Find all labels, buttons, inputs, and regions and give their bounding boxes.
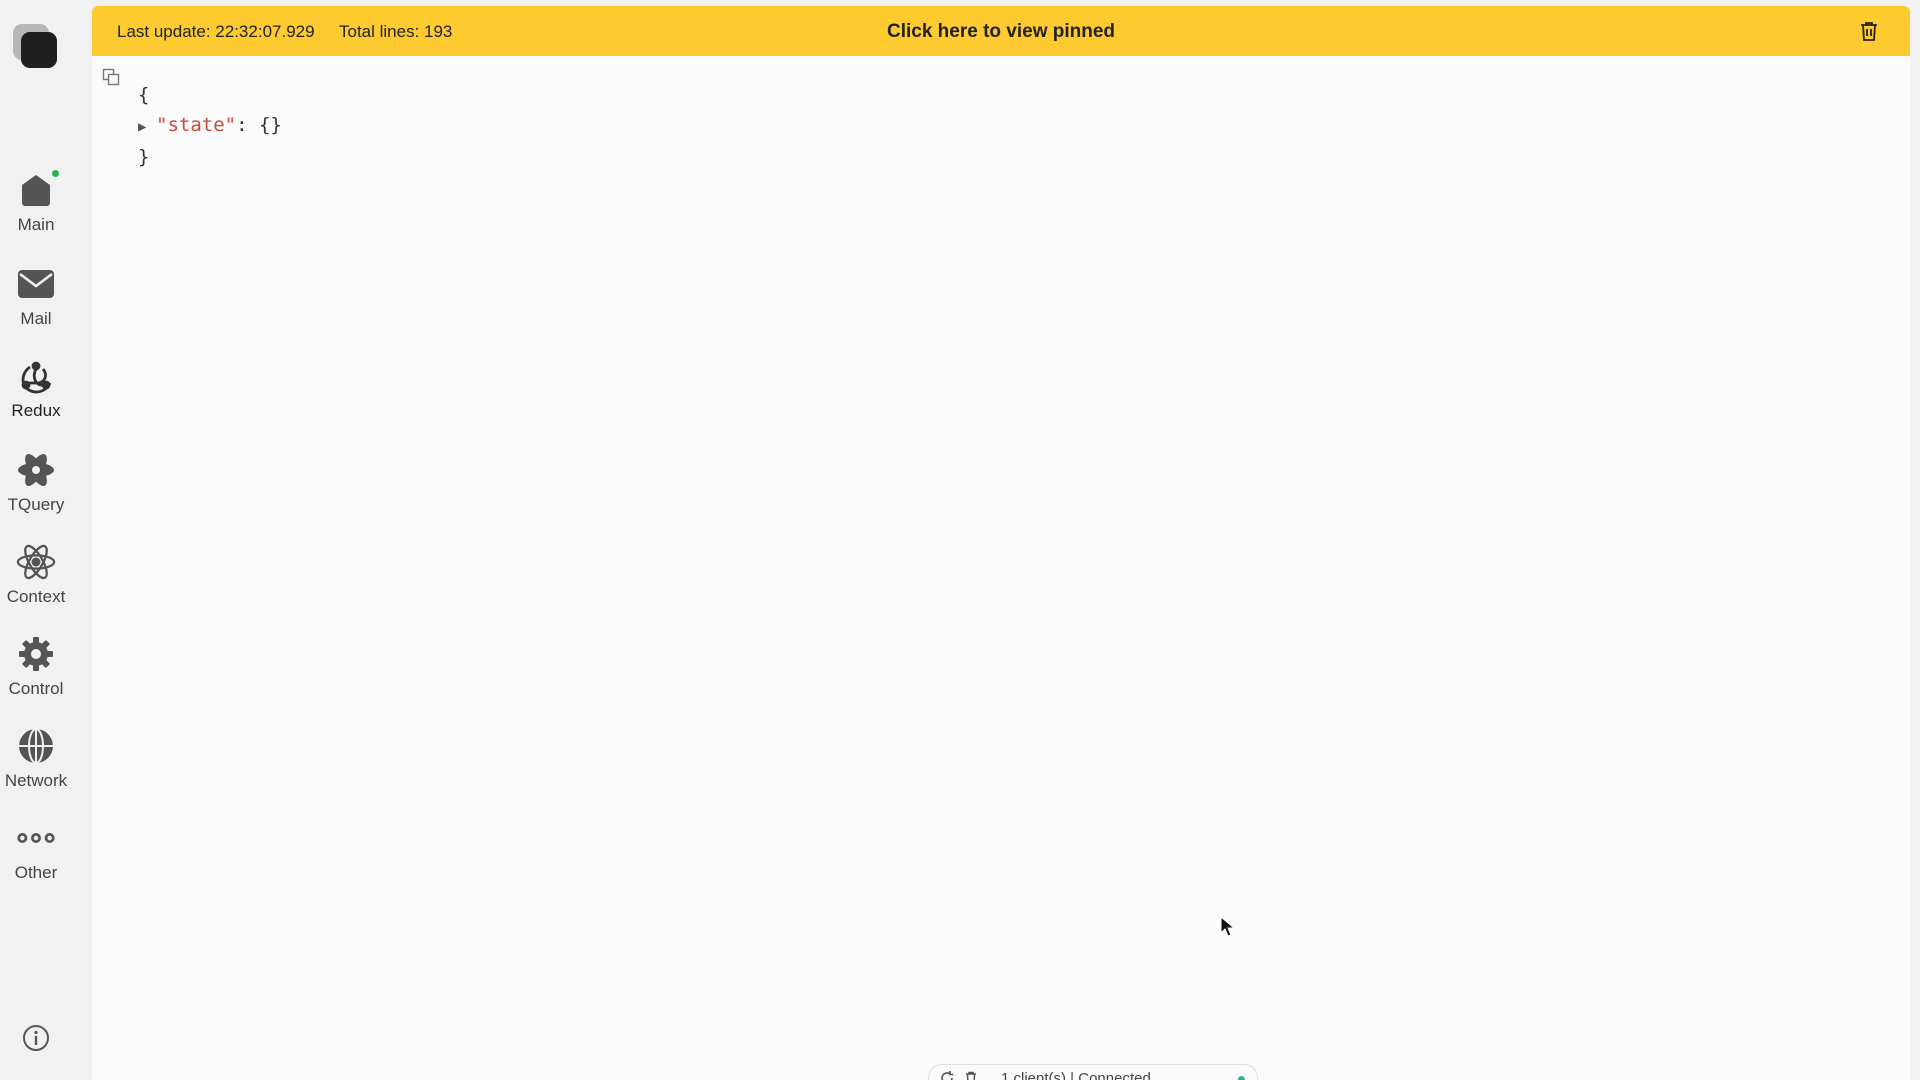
home-icon	[16, 170, 59, 210]
info-icon[interactable]	[22, 1024, 50, 1052]
sidebar-item-redux[interactable]: Redux	[0, 356, 72, 421]
sidebar-item-context[interactable]: Context	[0, 542, 72, 607]
sidebar-item-label: TQuery	[7, 495, 65, 514]
json-colon: :	[236, 114, 259, 136]
sidebar-item-network[interactable]: Network	[0, 726, 72, 791]
sidebar-item-mail[interactable]: Mail	[0, 264, 72, 329]
json-key: "state"	[156, 114, 237, 136]
json-close-brace: }	[138, 146, 150, 168]
json-viewer: { ▶ "state": {} }	[138, 80, 282, 172]
globe-icon	[16, 726, 56, 766]
sidebar-item-label: Main	[17, 215, 55, 234]
connection-status-text: 1 client(s) | Connected	[1001, 1069, 1151, 1080]
json-open-brace: {	[138, 84, 150, 106]
tquery-icon	[16, 450, 56, 490]
view-pinned-button[interactable]: Click here to view pinned	[92, 21, 1910, 43]
more-icon	[16, 818, 56, 858]
sidebar-item-main[interactable]: Main	[0, 170, 72, 235]
sidebar-item-label: Mail	[20, 309, 52, 328]
sidebar-item-label: Network	[4, 771, 68, 790]
sidebar-item-label: Redux	[11, 401, 61, 420]
online-indicator	[52, 170, 59, 177]
trash-icon[interactable]	[963, 1070, 979, 1080]
sidebar-item-tquery[interactable]: TQuery	[0, 450, 72, 515]
sidebar-item-label: Other	[14, 863, 58, 882]
sidebar-item-other[interactable]: Other	[0, 818, 72, 883]
mail-icon	[16, 264, 56, 304]
pinned-bar: Last update: 22:32:07.929 Total lines: 1…	[92, 6, 1910, 56]
expand-triangle-icon[interactable]: ▶	[138, 112, 156, 142]
sidebar-item-control[interactable]: Control	[0, 634, 72, 699]
json-row-state[interactable]: ▶ "state": {}	[138, 110, 282, 142]
copy-icon[interactable]	[102, 68, 120, 86]
trash-icon[interactable]	[1858, 20, 1880, 42]
sidebar: Main Mail Redux TQuery Context Control N…	[0, 0, 76, 1080]
mouse-cursor-icon	[1220, 916, 1236, 937]
json-value: {}	[258, 114, 282, 136]
sidebar-item-label: Context	[6, 587, 66, 606]
main-panel: Last update: 22:32:07.929 Total lines: 1…	[92, 6, 1910, 1080]
app-logo	[13, 24, 57, 68]
connection-status-bar: 1 client(s) | Connected	[928, 1064, 1258, 1080]
redux-icon	[16, 356, 56, 396]
react-atom-icon	[16, 542, 56, 582]
gear-icon	[16, 634, 56, 674]
connection-indicator	[1238, 1076, 1245, 1080]
refresh-icon[interactable]	[939, 1070, 955, 1080]
sidebar-item-label: Control	[8, 679, 64, 698]
